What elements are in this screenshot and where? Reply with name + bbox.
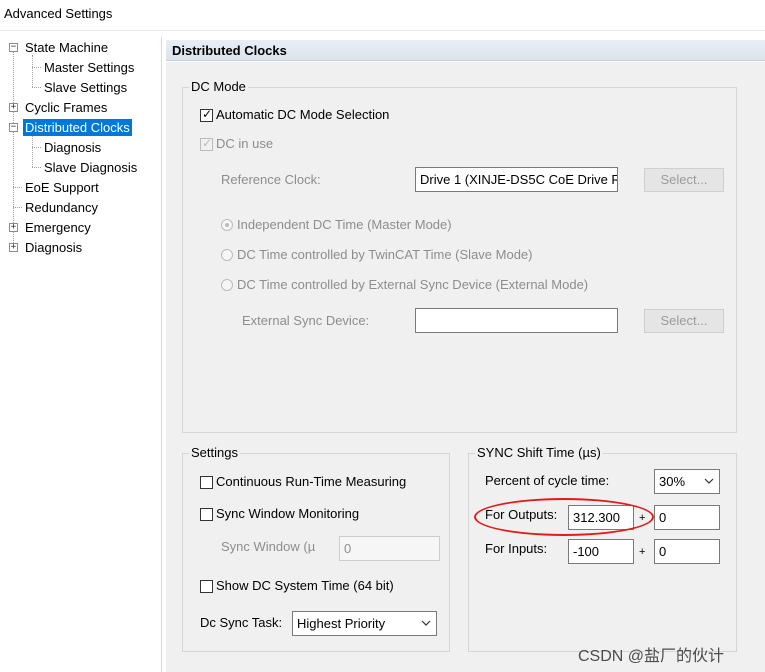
tree-item-eoe-support[interactable]: EoE Support xyxy=(23,179,101,196)
section-title: Distributed Clocks xyxy=(172,43,287,58)
tree-root-line xyxy=(13,47,14,247)
tree-branch xyxy=(13,187,22,188)
tree-item-state-machine[interactable]: State Machine xyxy=(23,39,110,56)
sync-window-field[interactable]: 0 xyxy=(339,536,440,561)
tree-child-line xyxy=(32,135,33,167)
sync-window-checkbox[interactable] xyxy=(200,508,213,521)
sync-window-field-label: Sync Window (µ xyxy=(221,539,316,554)
tree-item-emergency[interactable]: Emergency xyxy=(23,219,93,236)
dc-sync-task-dropdown[interactable]: Highest Priority xyxy=(292,611,437,636)
expand-icon[interactable]: + xyxy=(9,223,18,232)
chevron-down-icon xyxy=(421,620,431,626)
dc-sync-task-label: Dc Sync Task: xyxy=(200,615,283,630)
expand-icon[interactable]: + xyxy=(9,103,18,112)
for-inputs-label: For Inputs: xyxy=(485,541,548,556)
radio-external-dc[interactable] xyxy=(221,279,233,291)
title-divider xyxy=(0,30,765,31)
tree-item-diagnosis[interactable]: Diagnosis xyxy=(23,239,84,256)
watermark: CSDN @盐厂的伙计 xyxy=(578,648,725,665)
tree-item-slave-diagnosis[interactable]: Slave Diagnosis xyxy=(42,159,139,176)
expand-icon[interactable]: + xyxy=(9,243,18,252)
for-inputs-plus: + xyxy=(639,546,646,558)
sync-shift-group-label: SYNC Shift Time (µs) xyxy=(475,445,603,461)
settings-tree[interactable]: − + − + + State Machine Master Settings … xyxy=(0,37,162,672)
radio-independent-dc-label: Independent DC Time (Master Mode) xyxy=(237,217,452,232)
percent-cycle-dropdown[interactable]: 30% xyxy=(654,469,720,494)
show-dc-time-label: Show DC System Time (64 bit) xyxy=(216,578,394,593)
tree-branch xyxy=(32,67,41,68)
collapse-icon[interactable]: − xyxy=(9,123,18,132)
continuous-runtime-checkbox[interactable] xyxy=(200,476,213,489)
tree-item-redundancy[interactable]: Redundancy xyxy=(23,199,100,216)
auto-dc-mode-checkbox[interactable]: ✓ xyxy=(200,107,213,122)
for-inputs-field[interactable]: -100 xyxy=(568,539,634,564)
percent-cycle-value: 30% xyxy=(659,474,686,489)
auto-dc-mode-label: Automatic DC Mode Selection xyxy=(216,107,390,122)
radio-twincat-dc[interactable] xyxy=(221,249,233,261)
tree-item-distributed-clocks[interactable]: Distributed Clocks xyxy=(23,119,132,136)
show-dc-time-checkbox[interactable] xyxy=(200,580,213,593)
external-sync-device-field[interactable] xyxy=(415,308,618,333)
radio-external-dc-label: DC Time controlled by External Sync Devi… xyxy=(237,277,589,292)
reference-clock-select-button[interactable]: Select... xyxy=(644,168,724,192)
radio-twincat-dc-label: DC Time controlled by TwinCAT Time (Slav… xyxy=(237,247,533,262)
tree-item-master-settings[interactable]: Master Settings xyxy=(42,59,136,76)
section-header: Distributed Clocks xyxy=(166,40,765,61)
tree-branch xyxy=(32,147,41,148)
window-title: Advanced Settings xyxy=(4,6,113,21)
dc-mode-group-label: DC Mode xyxy=(189,79,248,95)
sync-window-label: Sync Window Monitoring xyxy=(216,506,360,521)
tree-branch xyxy=(32,87,41,88)
tree-child-line xyxy=(32,55,33,87)
chevron-down-icon xyxy=(704,478,714,484)
radio-independent-dc[interactable] xyxy=(221,219,233,231)
collapse-icon[interactable]: − xyxy=(9,43,18,52)
for-outputs-offset-field[interactable]: 0 xyxy=(654,505,720,530)
tree-branch xyxy=(32,167,41,168)
continuous-runtime-label: Continuous Run-Time Measuring xyxy=(216,474,407,489)
settings-group-label: Settings xyxy=(189,445,240,461)
dc-in-use-checkbox[interactable]: ✓ xyxy=(200,136,213,151)
external-sync-device-label: External Sync Device: xyxy=(242,313,370,328)
tree-item-slave-settings[interactable]: Slave Settings xyxy=(42,79,129,96)
tree-branch xyxy=(13,207,22,208)
reference-clock-label: Reference Clock: xyxy=(221,172,321,187)
for-inputs-offset-field[interactable]: 0 xyxy=(654,539,720,564)
tree-item-diagnosis-child[interactable]: Diagnosis xyxy=(42,139,103,156)
tree-item-cyclic-frames[interactable]: Cyclic Frames xyxy=(23,99,109,116)
external-sync-select-button[interactable]: Select... xyxy=(644,309,724,333)
reference-clock-field[interactable]: Drive 1 (XINJE-DS5C CoE Drive Re xyxy=(415,167,618,192)
red-highlight-ellipse xyxy=(474,498,654,536)
dc-in-use-label: DC in use xyxy=(216,136,274,151)
percent-cycle-label: Percent of cycle time: xyxy=(485,473,610,488)
settings-panel: DC Mode ✓ Automatic DC Mode Selection ✓ … xyxy=(166,62,765,672)
dc-sync-task-value: Highest Priority xyxy=(297,616,386,631)
